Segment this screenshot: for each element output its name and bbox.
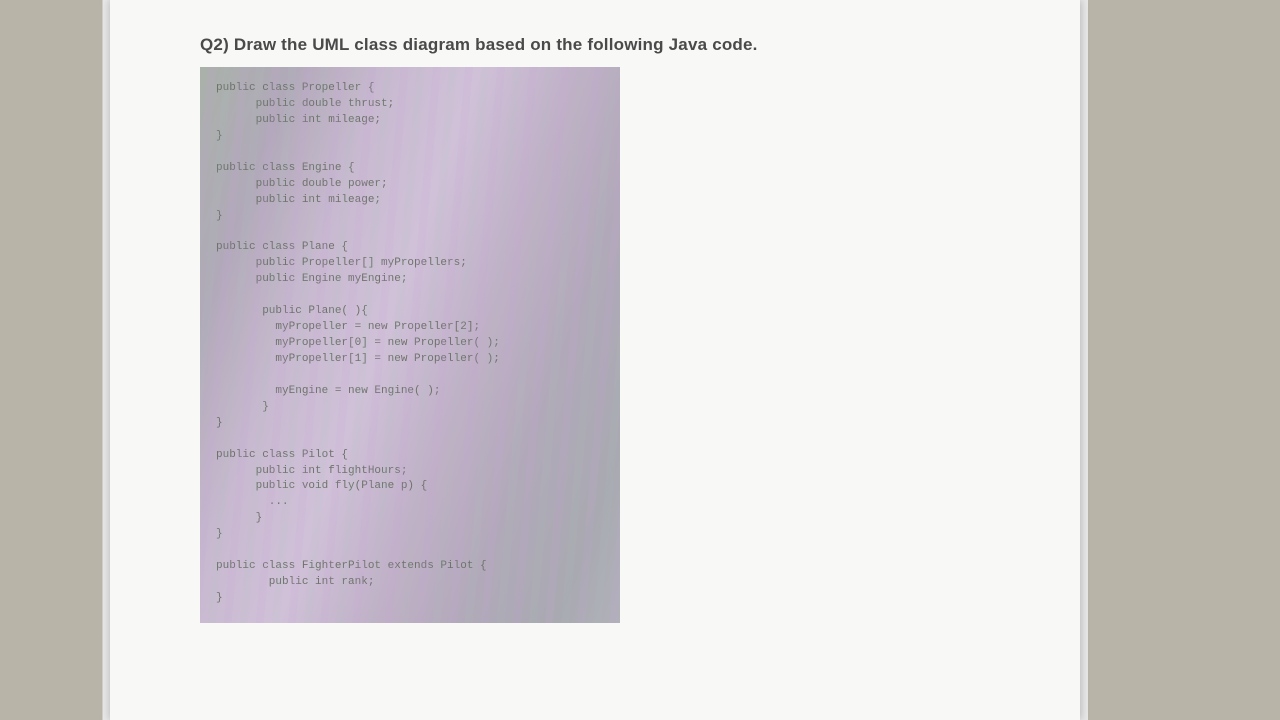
document-page: Q2) Draw the UML class diagram based on … — [110, 0, 1080, 720]
question-heading: Q2) Draw the UML class diagram based on … — [200, 35, 1080, 55]
question-number: Q2) — [200, 35, 229, 54]
question-text: Draw the UML class diagram based on the … — [234, 35, 758, 54]
java-code-block: public class Propeller { public double t… — [200, 67, 620, 623]
